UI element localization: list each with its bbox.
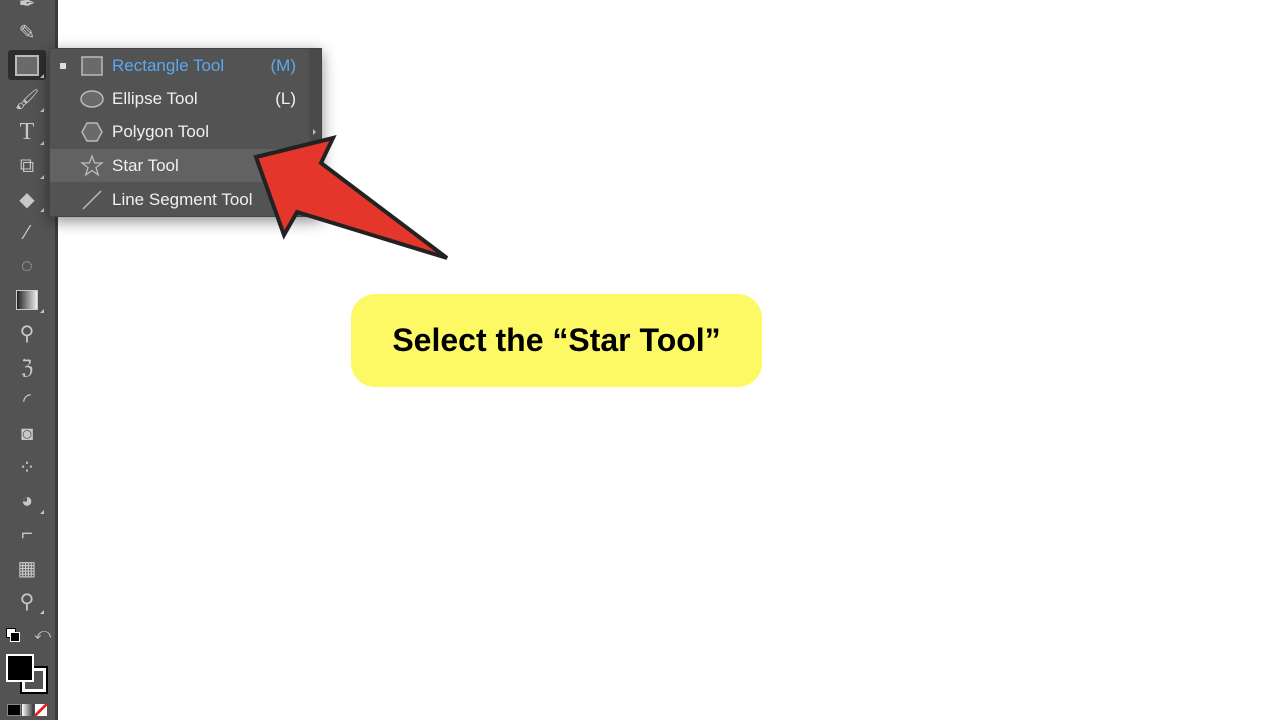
instruction-callout: Select the “Star Tool” xyxy=(351,294,762,387)
red-arrow-shape xyxy=(253,135,449,260)
callout-text: Select the “Star Tool” xyxy=(392,322,721,358)
